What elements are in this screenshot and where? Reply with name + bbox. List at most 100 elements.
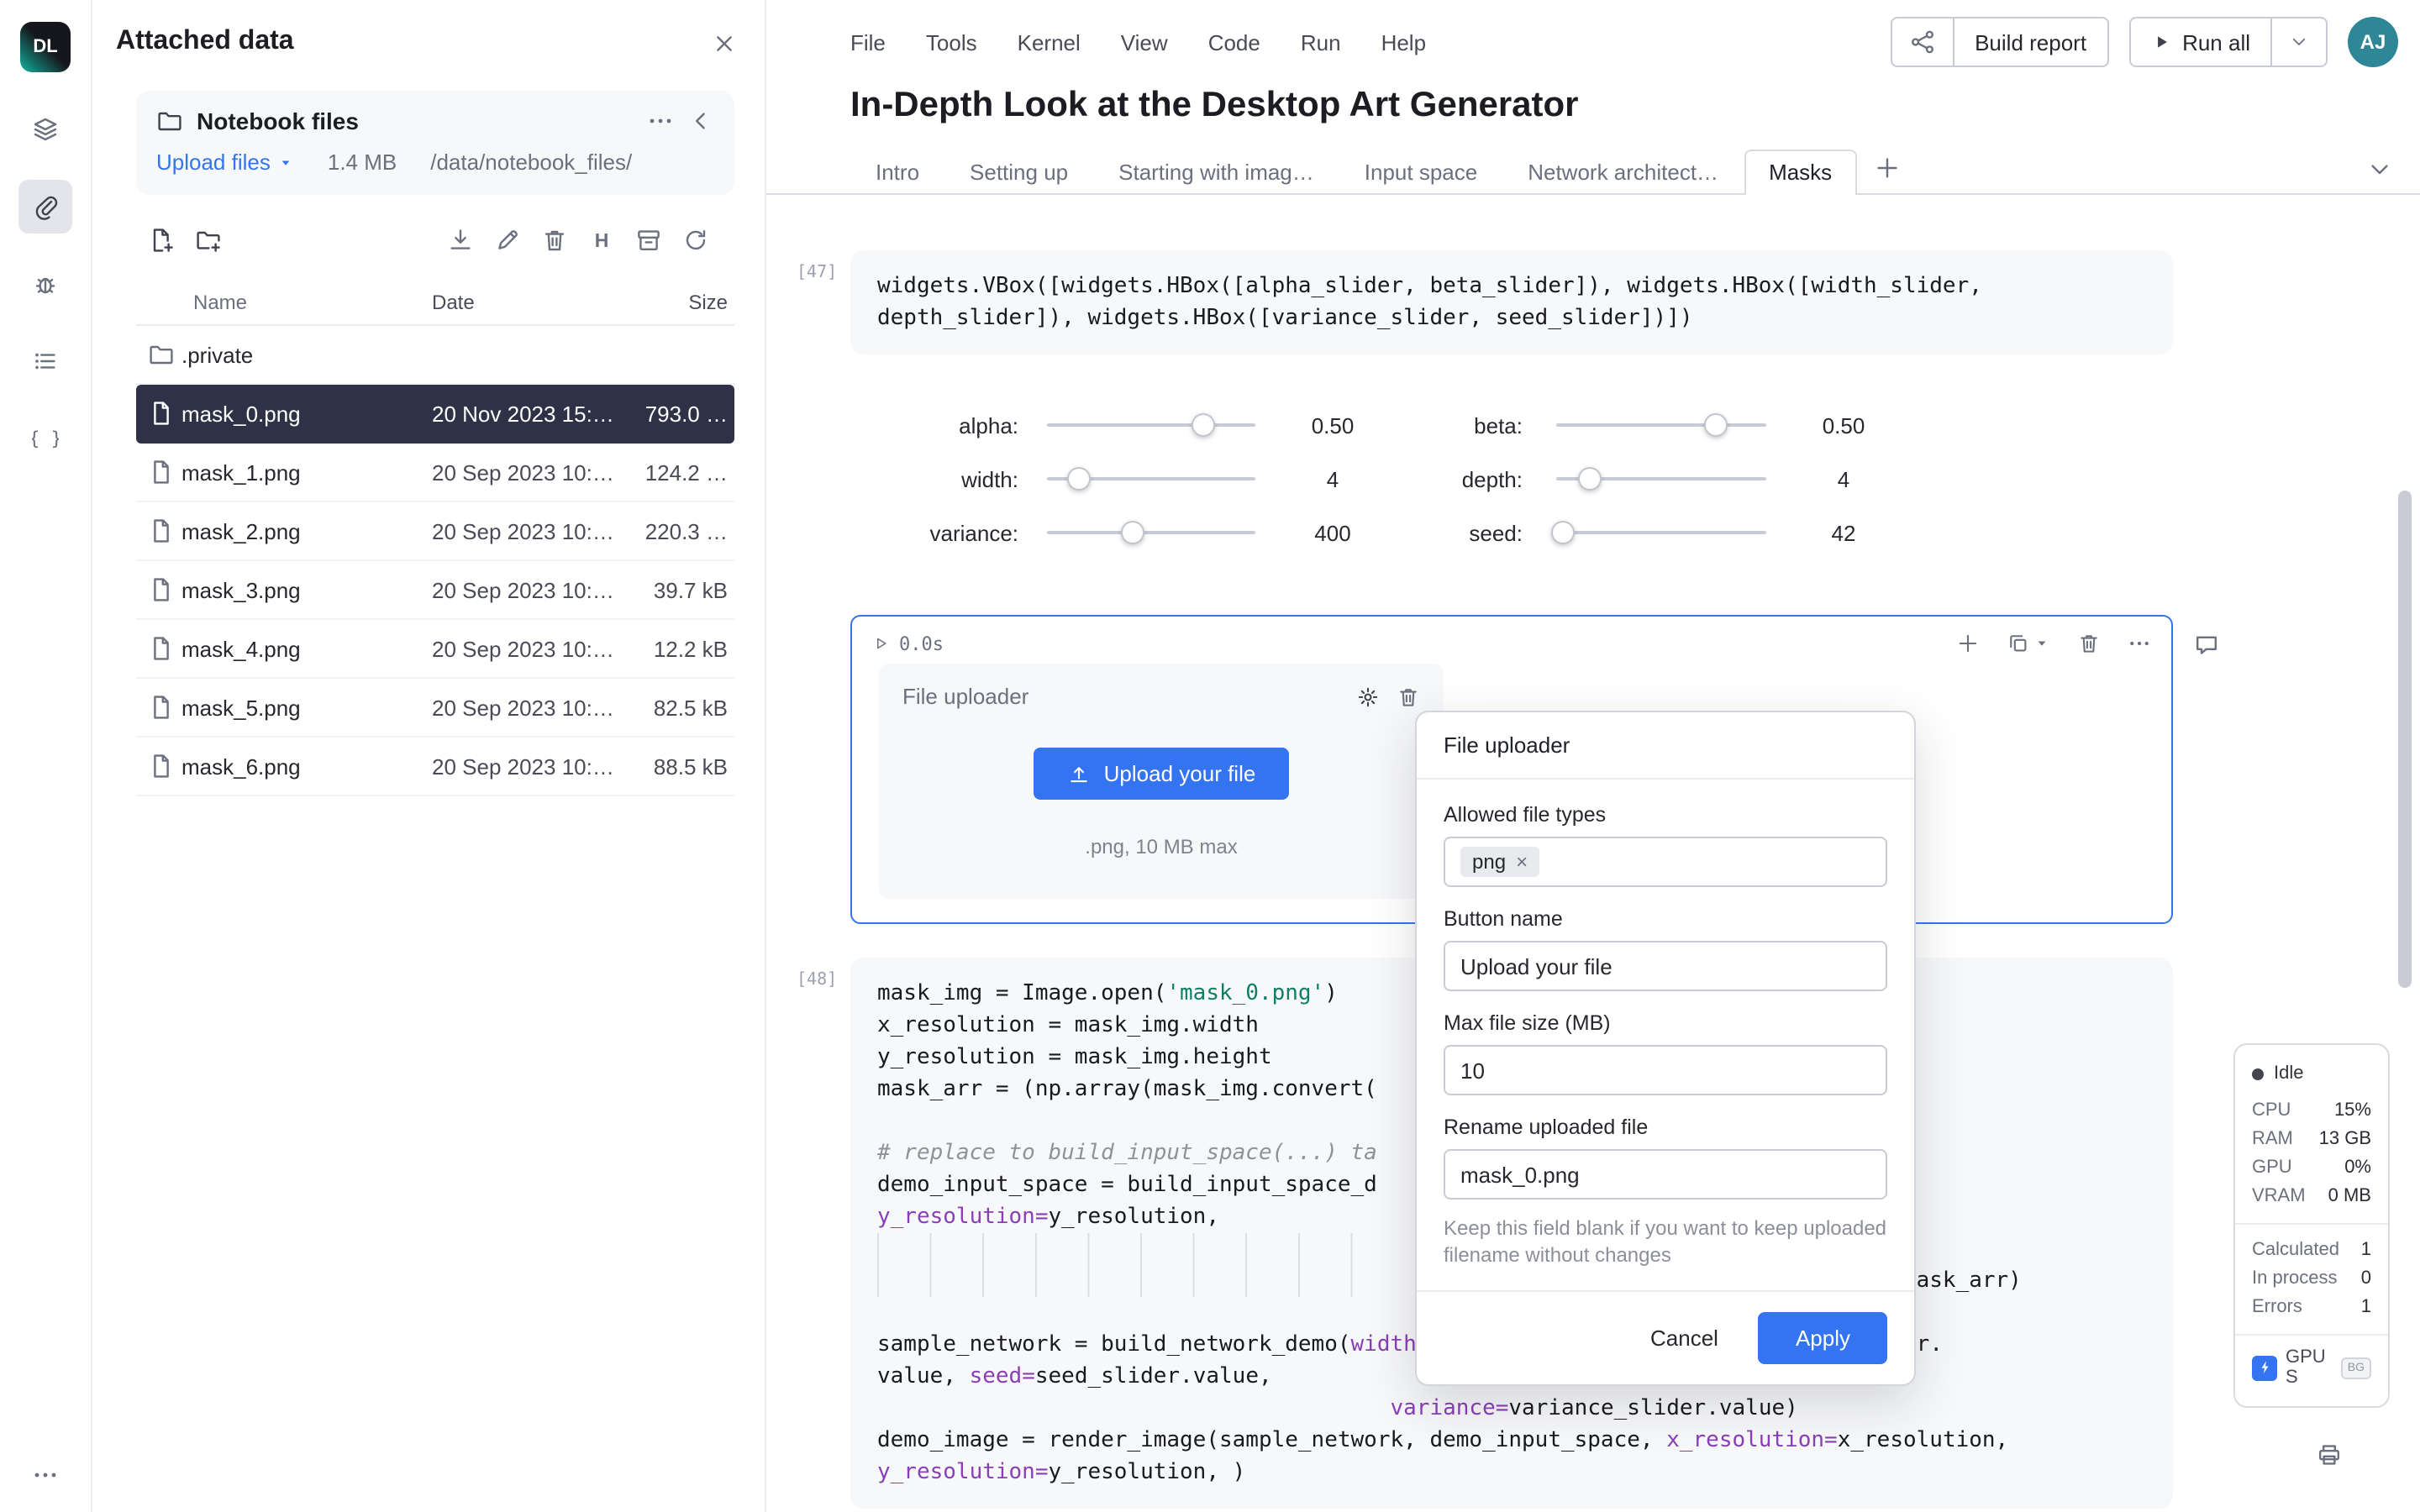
files-table: Name Date Size .privatemask_0.png20 Nov … (136, 279, 734, 796)
header-size[interactable]: Size (630, 290, 734, 313)
hidden-files-button[interactable]: H (588, 226, 615, 258)
slider-handle[interactable] (1066, 467, 1090, 491)
slider-handle[interactable] (1551, 521, 1575, 544)
file-row[interactable]: .private (136, 326, 734, 385)
folder-icon (156, 108, 183, 134)
slider-track[interactable] (1556, 412, 1766, 438)
tab-network-architect-[interactable]: Network architect… (1502, 150, 1744, 195)
tab-masks[interactable]: Masks (1744, 150, 1857, 195)
input-value: mask_0.png (1460, 1162, 1580, 1187)
more-cell-button[interactable] (2128, 632, 2151, 655)
close-icon[interactable] (711, 30, 738, 57)
tabs-overflow-icon[interactable] (2366, 156, 2393, 193)
file-row[interactable]: mask_0.png20 Nov 2023 15:…793.0 … (136, 385, 734, 444)
file-type-cell (136, 400, 176, 427)
tab-intro[interactable]: Intro (850, 150, 944, 195)
cell-exec-label: [48] (766, 958, 850, 1509)
archive-button[interactable] (635, 226, 662, 258)
menu-run[interactable]: Run (1301, 29, 1341, 55)
file-row[interactable]: mask_5.png20 Sep 2023 10:…82.5 kB (136, 679, 734, 738)
tab-setting-up[interactable]: Setting up (944, 150, 1093, 195)
menu-file[interactable]: File (850, 29, 886, 55)
rename-uploaded-file-input[interactable]: mask_0.png (1444, 1149, 1887, 1200)
avatar[interactable]: AJ (2348, 17, 2398, 67)
run-all-group: Run all (2128, 17, 2328, 67)
allowed-file-types-label: Allowed file types (1444, 803, 1887, 827)
scrollbar-thumb[interactable] (2398, 491, 2412, 988)
rail-braces-icon[interactable]: { } (18, 412, 72, 465)
menu-kernel[interactable]: Kernel (1018, 29, 1081, 55)
menu-help[interactable]: Help (1381, 29, 1427, 55)
slider-handle[interactable] (1192, 413, 1215, 437)
attached-data-panel: Attached data Notebook files Upload file… (92, 0, 766, 1512)
upload-files-link[interactable]: Upload files (156, 150, 294, 175)
download-button[interactable] (447, 226, 474, 258)
rail-paperclip-icon[interactable] (18, 180, 72, 234)
comment-icon[interactable] (2193, 632, 2220, 659)
menu-code[interactable]: Code (1208, 29, 1260, 55)
header-name[interactable]: Name (176, 290, 432, 313)
upload-your-file-button[interactable]: Upload your file (1034, 748, 1289, 800)
file-type-cell (136, 635, 176, 662)
rail-more-button[interactable] (0, 1462, 91, 1488)
file-row[interactable]: mask_6.png20 Sep 2023 10:…88.5 kB (136, 738, 734, 796)
file-row[interactable]: mask_3.png20 Sep 2023 10:…39.7 kB (136, 561, 734, 620)
slider-track[interactable] (1556, 465, 1766, 492)
rename-button[interactable] (494, 226, 521, 258)
refresh-button[interactable] (682, 226, 709, 258)
delete-button[interactable] (541, 226, 568, 258)
slider-row: width:4depth:4 (850, 452, 2173, 506)
tab-starting-with-imag-[interactable]: Starting with imag… (1093, 150, 1339, 195)
max-file-size-mb--input[interactable]: 10 (1444, 1045, 1887, 1095)
notebook-main: File Tools Kernel View Code Run Help Build rep… (766, 0, 2420, 1512)
allowed-file-types-input[interactable]: png× (1444, 837, 1887, 887)
add-tab-button[interactable] (1857, 146, 1918, 193)
file-row[interactable]: mask_2.png20 Sep 2023 10:…220.3 … (136, 502, 734, 561)
tabs-list: IntroSetting upStarting with imag…Input … (850, 150, 1857, 193)
collapse-icon[interactable] (687, 108, 714, 134)
build-report-button[interactable]: Build report (1953, 18, 2107, 66)
file-row[interactable]: mask_4.png20 Sep 2023 10:…12.2 kB (136, 620, 734, 679)
rail-layers-icon[interactable] (18, 102, 72, 156)
slider-track[interactable] (1047, 412, 1255, 438)
paperclip-icon (32, 193, 59, 220)
new-file-button[interactable] (148, 226, 175, 258)
tab-input-space[interactable]: Input space (1339, 150, 1502, 195)
slider-track[interactable] (1047, 465, 1255, 492)
datalore-logo[interactable]: DL (20, 22, 71, 72)
menu-view[interactable]: View (1121, 29, 1168, 55)
slider-handle[interactable] (1121, 521, 1144, 544)
menubar: File Tools Kernel View Code Run Help Build rep… (766, 0, 2420, 84)
add-cell-button[interactable] (1956, 632, 1980, 655)
menu-tools[interactable]: Tools (926, 29, 977, 55)
cancel-button[interactable]: Cancel (1637, 1315, 1732, 1361)
rail-list-icon[interactable] (18, 334, 72, 388)
file-row[interactable]: mask_1.png20 Sep 2023 10:…124.2 … (136, 444, 734, 502)
slider-track[interactable] (1047, 519, 1255, 546)
gear-icon[interactable] (1356, 685, 1380, 708)
slider-handle[interactable] (1578, 467, 1602, 491)
delete-widget-icon[interactable] (1397, 685, 1420, 708)
remove-tag-icon[interactable]: × (1516, 852, 1528, 872)
slider-handle[interactable] (1704, 413, 1728, 437)
file-size: 82.5 kB (630, 695, 734, 720)
delete-cell-button[interactable] (2077, 632, 2101, 655)
new-folder-button[interactable] (195, 226, 222, 258)
slider-track[interactable] (1556, 519, 1766, 546)
button-name-input[interactable]: Upload your file (1444, 941, 1887, 991)
run-options-button[interactable] (2270, 18, 2326, 66)
card-more-icon[interactable] (647, 108, 674, 134)
printer-icon[interactable] (2316, 1441, 2343, 1468)
duplicate-cell-button[interactable] (2007, 632, 2050, 655)
rail-bug-icon[interactable] (18, 257, 72, 311)
code-editor-47[interactable]: widgets.VBox([widgets.HBox([alpha_slider… (850, 250, 2173, 354)
popover-fields: Allowed file typespng×Button nameUpload … (1417, 780, 1914, 1200)
machine-row[interactable]: GPU S BG (2252, 1347, 2371, 1388)
apply-button[interactable]: Apply (1759, 1312, 1887, 1364)
run-all-button[interactable]: Run all (2130, 18, 2270, 66)
run-cell-icon[interactable] (872, 635, 889, 652)
slider-widgets: alpha:0.50beta:0.50width:4depth:4varianc… (850, 398, 2173, 559)
file-type-tag: png× (1460, 847, 1539, 877)
header-date[interactable]: Date (432, 290, 630, 313)
share-button[interactable] (1892, 18, 1953, 66)
